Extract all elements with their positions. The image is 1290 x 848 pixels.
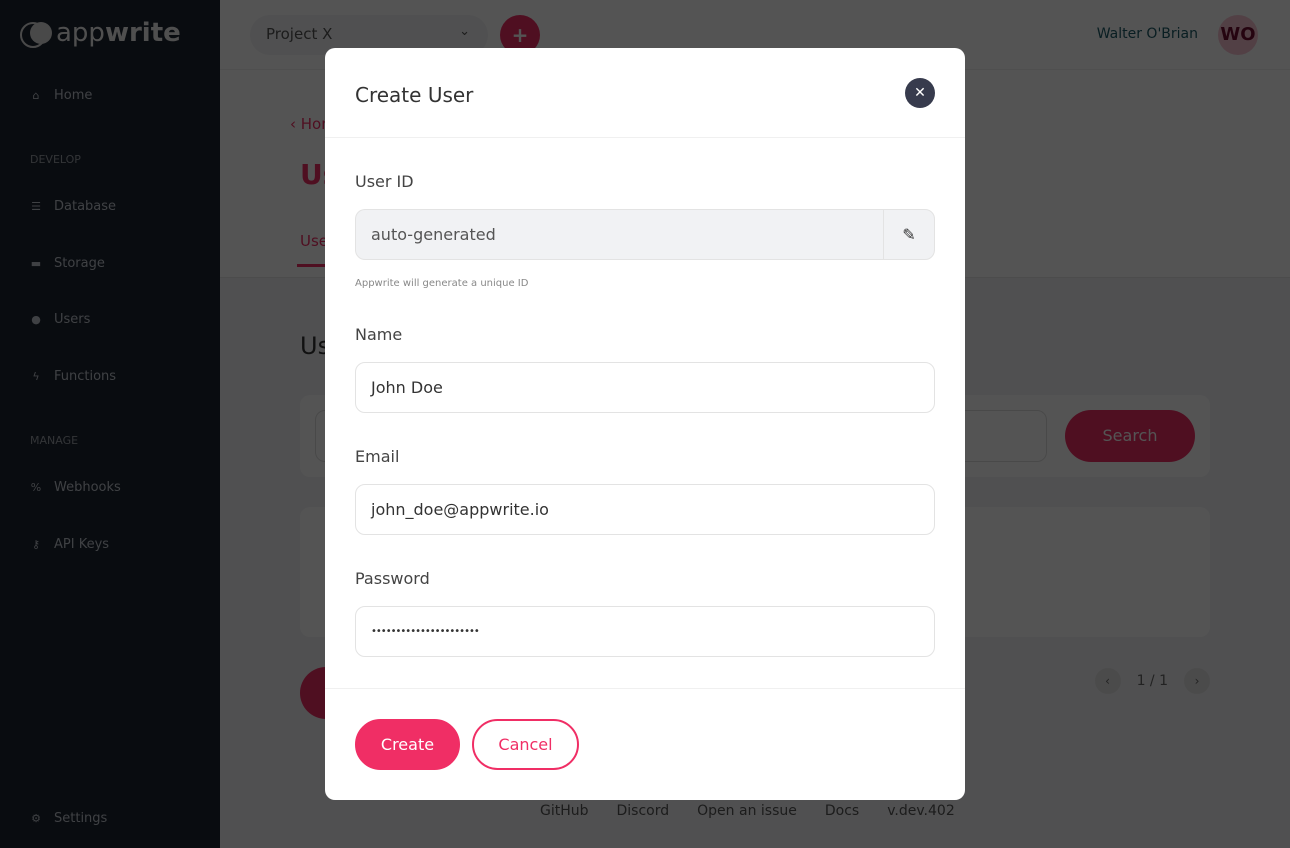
sidebar-item-label: Webhooks <box>54 480 121 495</box>
password-input[interactable]: •••••••••••••••••••••• <box>355 606 935 657</box>
footer-link-github[interactable]: GitHub <box>540 803 589 819</box>
bolt-icon: ϟ <box>32 370 40 383</box>
edit-icon: ✎ <box>902 225 916 244</box>
user-id-label: User ID <box>355 172 414 191</box>
create-button[interactable]: Create <box>355 719 460 770</box>
name-label: Name <box>355 325 403 344</box>
sidebar: appwrite ⌂ Home DEVELOP ☰ Database ▬ Storag… <box>0 0 220 848</box>
page-indicator: 1 / 1 <box>1136 673 1168 689</box>
footer-version: v.dev.402 <box>887 803 955 819</box>
cancel-button[interactable]: Cancel <box>472 719 579 770</box>
dialog-footer-divider <box>325 688 965 689</box>
edit-user-id-button[interactable]: ✎ <box>883 209 935 260</box>
key-icon: ⚷ <box>31 538 41 551</box>
sidebar-item-settings[interactable]: ⚙ Settings <box>30 811 107 826</box>
prev-page-button[interactable]: ‹ <box>1094 668 1121 694</box>
sidebar-item-api-keys[interactable]: ⚷ API Keys <box>30 537 109 552</box>
dialog-header: Create User ✕ <box>325 48 965 138</box>
home-icon: ⌂ <box>32 89 40 102</box>
email-label: Email <box>355 447 400 466</box>
user-id-field[interactable]: auto-generated <box>355 209 884 260</box>
next-page-button[interactable]: › <box>1184 668 1210 694</box>
email-input[interactable]: john_doe@appwrite.io <box>355 484 935 535</box>
name-input[interactable]: John Doe <box>355 362 935 413</box>
close-button[interactable]: ✕ <box>905 78 935 108</box>
logo-icon <box>20 22 52 48</box>
dialog-title: Create User <box>355 83 474 107</box>
folder-icon: ▬ <box>30 257 42 270</box>
webhook-icon: % <box>30 481 42 494</box>
footer-link-discord[interactable]: Discord <box>617 803 670 819</box>
user-id-hint: Appwrite will generate a unique ID <box>355 278 529 289</box>
sidebar-item-label: Database <box>54 199 117 214</box>
close-icon: ✕ <box>914 85 926 101</box>
sidebar-item-label: Settings <box>54 811 108 826</box>
user-name[interactable]: Walter O'Brian <box>1097 26 1198 42</box>
sidebar-item-label: Functions <box>54 369 117 384</box>
avatar[interactable]: WO <box>1218 15 1258 55</box>
sidebar-item-webhooks[interactable]: % Webhooks <box>30 480 121 495</box>
search-button[interactable]: Search <box>1065 410 1195 462</box>
logo-text: app <box>56 18 105 48</box>
sidebar-item-label: Users <box>54 312 91 327</box>
footer-link-docs[interactable]: Docs <box>825 803 859 819</box>
section-develop: DEVELOP <box>30 153 81 166</box>
project-name: Project X <box>266 25 333 43</box>
chevron-down-icon: ⌄ <box>459 24 470 39</box>
users-icon: ● <box>31 313 41 326</box>
sidebar-item-label: API Keys <box>54 537 110 552</box>
password-label: Password <box>355 569 430 588</box>
footer: GitHub Discord Open an issue Docs v.dev.… <box>540 803 955 819</box>
sidebar-item-users[interactable]: ● Users <box>30 312 90 327</box>
sidebar-item-functions[interactable]: ϟ Functions <box>30 369 116 384</box>
appwrite-logo[interactable]: appwrite <box>20 18 181 48</box>
create-user-dialog: Create User ✕ User ID auto-generated ✎ A… <box>325 48 965 800</box>
gear-icon: ⚙ <box>31 812 41 825</box>
logo-text-bold: write <box>104 18 181 48</box>
section-manage: MANAGE <box>30 434 79 447</box>
pagination: ‹ 1 / 1 › <box>1094 668 1210 694</box>
sidebar-item-label: Storage <box>54 256 105 271</box>
sidebar-item-storage[interactable]: ▬ Storage <box>30 256 105 271</box>
database-icon: ☰ <box>31 200 41 213</box>
sidebar-item-database[interactable]: ☰ Database <box>30 199 116 214</box>
sidebar-item-home[interactable]: ⌂ Home <box>30 88 93 103</box>
footer-link-issue[interactable]: Open an issue <box>697 803 797 819</box>
sidebar-item-label: Home <box>54 88 93 103</box>
